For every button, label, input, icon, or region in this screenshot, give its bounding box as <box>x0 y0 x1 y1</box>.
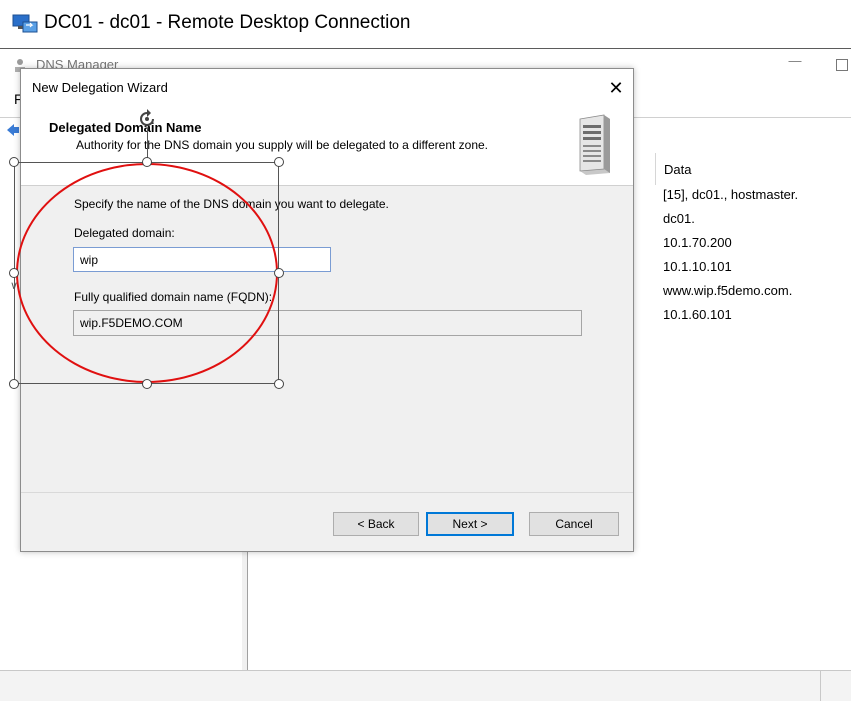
rotate-handle-icon[interactable] <box>136 108 158 130</box>
rdp-window-title: DC01 - dc01 - Remote Desktop Connection <box>44 12 411 33</box>
resize-handle-bottom[interactable] <box>142 379 152 389</box>
server-icon <box>579 114 610 175</box>
next-button[interactable]: Next > <box>426 512 514 536</box>
resize-handle-left[interactable] <box>9 268 19 278</box>
resize-handle-right[interactable] <box>274 268 284 278</box>
record-data[interactable]: [15], dc01., hostmaster. <box>663 183 849 207</box>
resize-handle-bottom-right[interactable] <box>274 379 284 389</box>
record-data[interactable]: www.wip.f5demo.com. <box>663 279 849 303</box>
back-arrow-icon[interactable] <box>6 123 20 137</box>
minimize-button[interactable]: — <box>783 53 807 73</box>
annotation-ellipse[interactable] <box>16 163 278 383</box>
footer-separator <box>21 492 633 493</box>
maximize-button[interactable] <box>836 59 848 71</box>
cancel-button[interactable]: Cancel <box>529 512 619 536</box>
column-header-data[interactable]: Data <box>655 153 851 185</box>
record-data[interactable]: 10.1.60.101 <box>663 303 849 327</box>
page-subtitle: Authority for the DNS domain you supply … <box>76 138 489 152</box>
rdp-titlebar: DC01 - dc01 - Remote Desktop Connection <box>0 0 851 48</box>
record-data[interactable]: 10.1.70.200 <box>663 231 849 255</box>
record-data[interactable]: 10.1.10.101 <box>663 255 849 279</box>
status-bar <box>0 670 851 701</box>
close-icon[interactable]: ✕ <box>603 75 629 101</box>
resize-handle-top-right[interactable] <box>274 157 284 167</box>
wizard-titlebar[interactable]: New Delegation Wizard ✕ <box>21 69 633 105</box>
resize-handle-bottom-left[interactable] <box>9 379 19 389</box>
record-data[interactable]: dc01. <box>663 207 849 231</box>
resize-handle-top-left[interactable] <box>9 157 19 167</box>
data-column: [15], dc01., hostmaster. dc01. 10.1.70.2… <box>663 183 849 327</box>
page-title: Delegated Domain Name <box>49 120 202 135</box>
back-button[interactable]: < Back <box>333 512 419 536</box>
remote-desktop-icon <box>12 14 38 33</box>
status-bar-cell <box>820 671 851 701</box>
column-header-label: Data <box>664 162 692 177</box>
resize-handle-top[interactable] <box>142 157 152 167</box>
wizard-title: New Delegation Wizard <box>32 80 168 95</box>
